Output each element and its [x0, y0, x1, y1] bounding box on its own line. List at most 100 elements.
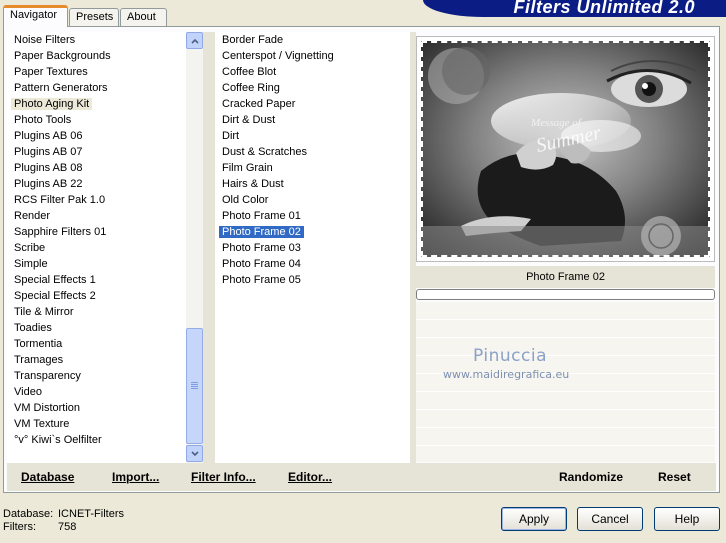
category-item[interactable]: °v° Kiwi`s Oelfilter — [11, 432, 186, 448]
filter-controls-area — [416, 302, 715, 462]
filter-item[interactable]: Film Grain — [219, 160, 410, 176]
status-database-value: ICNET-Filters — [58, 508, 124, 520]
tab-navigator[interactable]: Navigator — [3, 5, 68, 27]
preview-image: Message of Summer — [421, 41, 710, 257]
category-list[interactable]: Noise Filters Paper Backgrounds Paper Text… — [7, 32, 186, 463]
filter-item[interactable]: Coffee Blot — [219, 64, 410, 80]
filter-item[interactable]: Photo Frame 02 — [219, 224, 410, 240]
help-button[interactable]: Help — [654, 507, 720, 531]
category-item[interactable]: Plugins AB 22 — [11, 176, 186, 192]
category-item[interactable]: Toadies — [11, 320, 186, 336]
category-item[interactable]: Plugins AB 06 — [11, 128, 186, 144]
category-item[interactable]: Plugins AB 07 — [11, 144, 186, 160]
watermark-name: Pinuccia — [473, 346, 547, 366]
category-item-label: Sapphire Filters 01 — [14, 226, 107, 238]
filter-item[interactable]: Border Fade — [219, 32, 410, 48]
filter-item[interactable]: Photo Frame 04 — [219, 256, 410, 272]
category-item[interactable]: Pattern Generators — [11, 80, 186, 96]
category-item[interactable]: Paper Backgrounds — [11, 48, 186, 64]
status-filters-value: 758 — [58, 521, 77, 533]
category-item[interactable]: Photo Tools — [11, 112, 186, 128]
reset-button[interactable]: Reset — [658, 470, 691, 484]
category-item-label: Special Effects 1 — [14, 274, 96, 286]
filter-item[interactable]: Coffee Ring — [219, 80, 410, 96]
filter-item[interactable]: Photo Frame 03 — [219, 240, 410, 256]
category-item[interactable]: Simple — [11, 256, 186, 272]
filter-item[interactable]: Photo Frame 05 — [219, 272, 410, 288]
category-item[interactable]: Sapphire Filters 01 — [11, 224, 186, 240]
category-scrollbar[interactable] — [186, 32, 203, 463]
filter-item[interactable]: Cracked Paper — [219, 96, 410, 112]
filter-item[interactable]: Photo Frame 01 — [219, 208, 410, 224]
preview-filter-name: Photo Frame 02 — [416, 266, 715, 288]
category-item[interactable]: Noise Filters — [11, 32, 186, 48]
tab-presets[interactable]: Presets — [69, 8, 119, 27]
filter-item-label: Hairs & Dust — [222, 178, 284, 190]
category-item[interactable]: Tormentia — [11, 336, 186, 352]
filter-item-label: Coffee Ring — [222, 82, 280, 94]
filter-item[interactable]: Old Color — [219, 192, 410, 208]
filter-item-label: Old Color — [222, 194, 269, 206]
cancel-button[interactable]: Cancel — [577, 507, 643, 531]
category-item-label: Paper Backgrounds — [14, 50, 111, 62]
category-item-label: RCS Filter Pak 1.0 — [14, 194, 106, 206]
import-button[interactable]: Import... — [112, 470, 159, 484]
database-button[interactable]: Database — [21, 470, 74, 484]
category-item[interactable]: Transparency — [11, 368, 186, 384]
filter-item[interactable]: Hairs & Dust — [219, 176, 410, 192]
category-item[interactable]: VM Distortion — [11, 400, 186, 416]
filter-item-label: Photo Frame 01 — [222, 210, 301, 222]
category-item-label: VM Texture — [14, 418, 70, 430]
category-item-label: °v° Kiwi`s Oelfilter — [14, 434, 102, 446]
scroll-thumb[interactable] — [186, 328, 203, 444]
category-item-label: VM Distortion — [14, 402, 81, 414]
filter-item[interactable]: Dust & Scratches — [219, 144, 410, 160]
filter-info-button[interactable]: Filter Info... — [191, 470, 256, 484]
category-item[interactable]: VM Texture — [11, 416, 186, 432]
apply-button[interactable]: Apply — [501, 507, 567, 531]
category-item-label: Noise Filters — [14, 34, 76, 46]
category-item[interactable]: Tile & Mirror — [11, 304, 186, 320]
status-database: Database: ICNET-Filters — [3, 508, 124, 520]
status-filters: Filters: 758 — [3, 521, 76, 533]
filter-item-label: Photo Frame 05 — [222, 274, 301, 286]
category-item-label: Pattern Generators — [14, 82, 108, 94]
category-item[interactable]: Scribe — [11, 240, 186, 256]
filter-item-label: Dirt & Dust — [222, 114, 276, 126]
category-item[interactable]: Plugins AB 08 — [11, 160, 186, 176]
preview-frame: Message of Summer — [416, 36, 715, 262]
category-item-label: Plugins AB 08 — [14, 162, 83, 174]
category-item-label: Special Effects 2 — [14, 290, 96, 302]
scroll-up-button[interactable] — [186, 32, 203, 49]
filter-item-label: Coffee Blot — [222, 66, 277, 78]
filter-item-label: Film Grain — [222, 162, 273, 174]
randomize-button[interactable]: Randomize — [559, 470, 623, 484]
category-item[interactable]: Photo Aging Kit — [11, 96, 186, 112]
category-item-label: Plugins AB 22 — [14, 178, 83, 190]
category-item-label: Paper Textures — [14, 66, 88, 78]
category-item[interactable]: Paper Textures — [11, 64, 186, 80]
chevron-up-icon — [191, 38, 199, 44]
category-item[interactable]: RCS Filter Pak 1.0 — [11, 192, 186, 208]
editor-button[interactable]: Editor... — [288, 470, 332, 484]
category-item[interactable]: Tramages — [11, 352, 186, 368]
filter-item[interactable]: Dirt & Dust — [219, 112, 410, 128]
category-item-label: Tormentia — [14, 338, 63, 350]
category-item[interactable]: Special Effects 2 — [11, 288, 186, 304]
status-database-label: Database: — [3, 508, 54, 520]
photo-frame-border — [421, 41, 710, 257]
category-item-label: Scribe — [14, 242, 46, 254]
category-item-label: Toadies — [14, 322, 52, 334]
scroll-down-button[interactable] — [186, 445, 203, 462]
list-divider — [203, 32, 215, 463]
category-item[interactable]: Video — [11, 384, 186, 400]
filter-item[interactable]: Dirt — [219, 128, 410, 144]
category-item-label: Video — [14, 386, 42, 398]
category-item[interactable]: Render — [11, 208, 186, 224]
tab-about[interactable]: About — [120, 8, 167, 27]
filter-list[interactable]: Border Fade Centerspot / Vignetting Coffee… — [215, 32, 410, 463]
filter-item[interactable]: Centerspot / Vignetting — [219, 48, 410, 64]
status-filters-label: Filters: — [3, 521, 36, 533]
category-item[interactable]: Special Effects 1 — [11, 272, 186, 288]
category-item-label: Render — [14, 210, 51, 222]
